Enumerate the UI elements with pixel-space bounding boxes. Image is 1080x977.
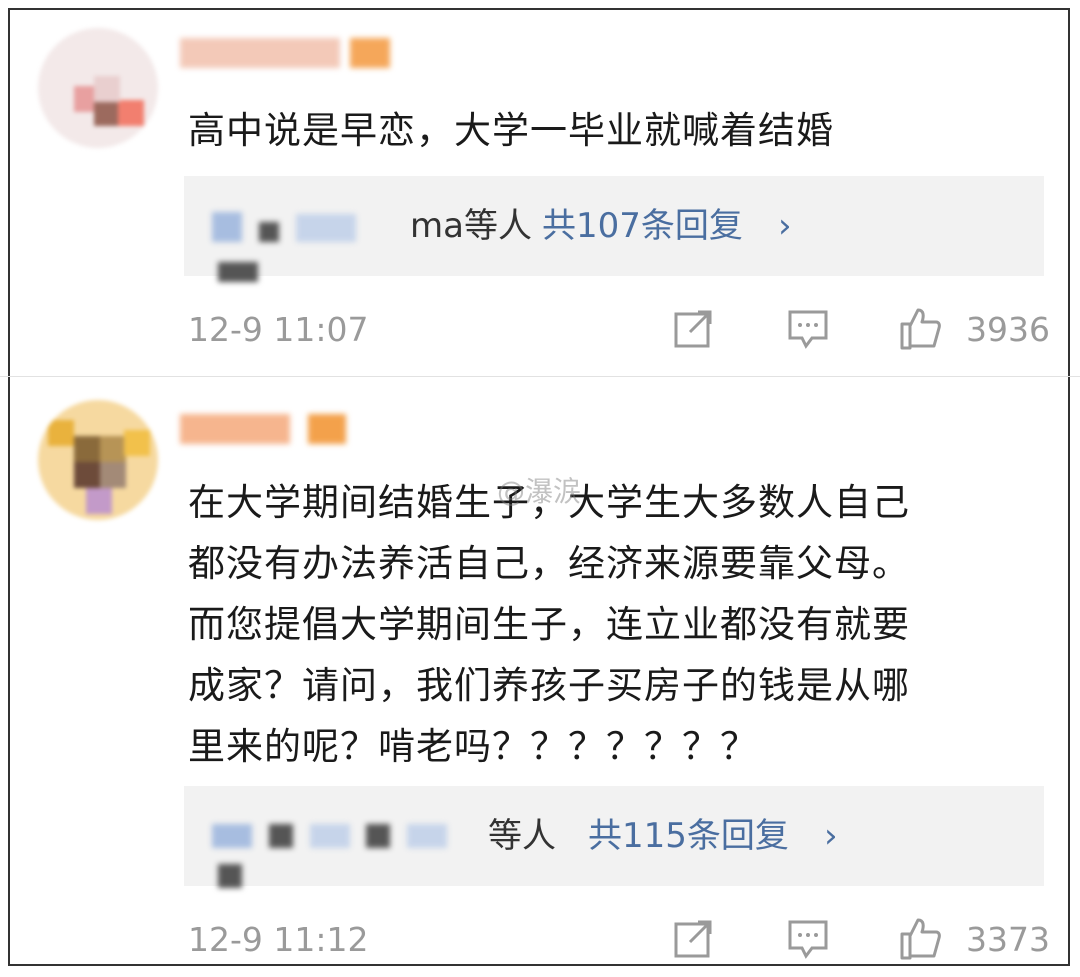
comment-icon[interactable]	[786, 306, 830, 350]
chevron-right-icon: ›	[824, 816, 838, 856]
like-count: 3373	[966, 920, 1050, 959]
reply-users-blurred	[212, 204, 412, 282]
comment-icon[interactable]	[786, 916, 830, 960]
like-count: 3936	[966, 310, 1050, 349]
reply-summary[interactable]: 等人 共115条回复 ›	[184, 786, 1044, 888]
watermark: @瀑涙	[497, 475, 582, 508]
reply-users-blurred	[212, 814, 472, 888]
comment-meta: 12-9 11:07 3936	[0, 300, 1080, 360]
reply-count-link[interactable]: 共107条回复	[542, 204, 743, 248]
reply-summary[interactable]: ma等人 共107条回复 ›	[184, 176, 1044, 282]
username-blurred[interactable]	[180, 408, 410, 448]
avatar[interactable]	[38, 28, 158, 148]
comment-text: 高中说是早恋，大学一毕业就喊着结婚	[188, 109, 834, 152]
comment-text-line: 里来的呢？啃老吗？？？？？？？	[188, 725, 758, 768]
comment-time: 12-9 11:12	[188, 920, 369, 959]
like-icon[interactable]	[898, 916, 942, 960]
reply-count-link[interactable]: 共115条回复	[588, 814, 789, 858]
reply-users-label: ma等人	[410, 206, 532, 246]
comment-divider	[0, 376, 1080, 377]
like-icon[interactable]	[898, 306, 942, 350]
comment-text-line: 成家？请问，我们养孩子买房子的钱是从哪	[188, 664, 910, 707]
avatar[interactable]	[38, 400, 158, 520]
comment-time: 12-9 11:07	[188, 310, 369, 349]
username-blurred[interactable]	[180, 32, 410, 72]
share-icon[interactable]	[672, 306, 716, 350]
comment-text-line: 而您提倡大学期间生子，连立业都没有就要	[188, 603, 910, 646]
comment-text-line: 都没有办法养活自己，经济来源要靠父母。	[188, 542, 910, 585]
comment-text-line: 在大学期间结婚生子，大学生大多数人自己	[188, 481, 910, 524]
share-icon[interactable]	[672, 916, 716, 960]
reply-users-label: 等人	[488, 816, 556, 856]
comment-meta: 12-9 11:12 3373	[0, 910, 1080, 970]
comment-text: 在大学期间结婚生子，大学生大多数人自己 都没有办法养活自己，经济来源要靠父母。 …	[188, 472, 1048, 777]
chevron-right-icon: ›	[778, 206, 792, 246]
